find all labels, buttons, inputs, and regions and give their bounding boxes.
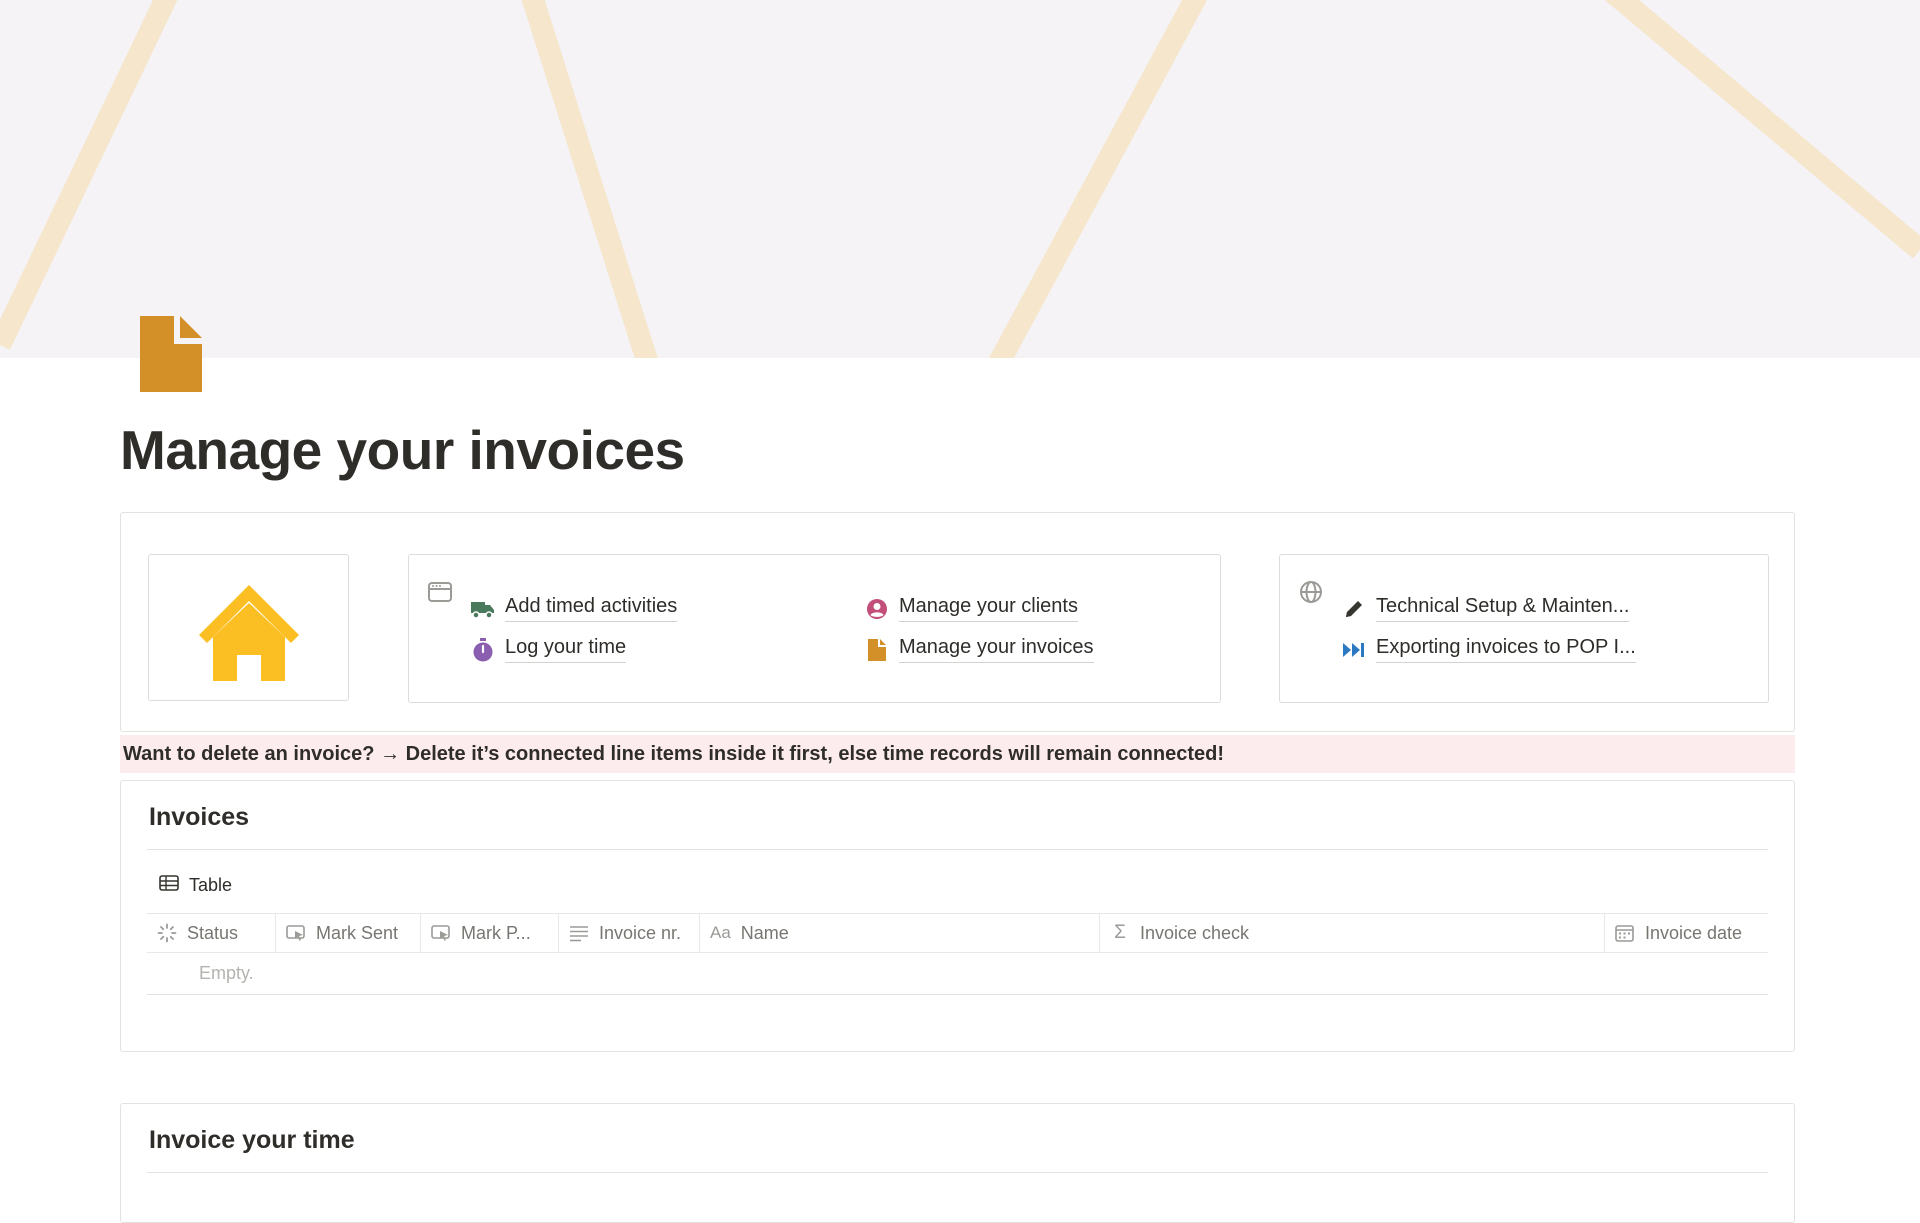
page-title: Manage your invoices [120,419,685,481]
technical-links-card: Technical Setup & Mainten... Exporting i… [1279,554,1769,703]
stopwatch-icon [471,637,495,662]
title-aa-icon: Aa [710,923,731,942]
sigma-icon: Σ [1114,922,1126,943]
table-icon [159,874,179,897]
link-manage-clients[interactable]: Manage your clients [865,595,1078,622]
view-tab-label: Table [189,875,233,895]
link-label: Add timed activities [505,595,678,622]
fast-forward-icon [1342,638,1366,662]
column-label: Invoice nr. [599,922,682,943]
divider [147,1172,1768,1173]
column-header-status[interactable]: Status [147,914,276,952]
column-header-mark-sent[interactable]: Mark Sent [276,914,421,952]
navigation-panel: Add timed activities Manage your clients… [120,512,1795,732]
link-exporting-invoices[interactable]: Exporting invoices to POP I... [1342,636,1636,663]
link-technical-setup[interactable]: Technical Setup & Mainten... [1342,595,1630,622]
column-header-invoice-nr[interactable]: Invoice nr. [559,914,700,952]
column-header-invoice-date[interactable]: Invoice date [1605,914,1768,952]
divider [147,849,1768,850]
link-label: Manage your invoices [899,636,1094,663]
link-log-time[interactable]: Log your time [471,636,627,663]
truck-icon [471,597,495,621]
link-manage-invoices[interactable]: Manage your invoices [865,636,1094,663]
column-label: Name [740,922,789,943]
database-title[interactable]: Invoice your time [149,1126,355,1155]
database-title[interactable]: Invoices [149,803,249,832]
invoice-your-time-database: Invoice your time [120,1103,1795,1223]
browser-window-icon [427,579,453,605]
document-icon [865,638,889,662]
column-header-invoice-check[interactable]: Σ Invoice check [1100,914,1605,952]
link-label: Exporting invoices to POP I... [1376,636,1636,663]
empty-placeholder: Empty. [199,963,254,983]
home-card[interactable] [148,554,349,701]
house-icon [199,585,299,681]
link-label: Manage your clients [899,595,1078,622]
column-label: Invoice date [1645,922,1743,943]
column-label: Mark Sent [316,922,399,943]
document-icon [138,316,204,392]
text-lines-icon [569,923,589,943]
quick-links-card: Add timed activities Manage your clients… [408,554,1221,703]
link-label: Log your time [505,636,627,663]
empty-table-row: Empty. [147,953,1768,995]
user-circle-icon [865,597,889,621]
link-add-timed-activities[interactable]: Add timed activities [471,595,678,622]
globe-icon [1298,579,1324,605]
cover-pattern [0,0,1920,358]
view-tab-table[interactable]: Table [159,874,232,897]
link-label: Technical Setup & Mainten... [1376,595,1630,622]
delete-warning-callout: Want to delete an invoice? → Delete it’s… [120,735,1795,773]
cover-image [0,0,1920,358]
column-header-name[interactable]: Aa Name [700,914,1100,952]
column-header-mark-paid[interactable]: Mark P... [421,914,559,952]
column-label: Invoice check [1140,922,1250,943]
status-icon [157,923,177,943]
button-icon [431,923,451,943]
table-header: Status Mark Sent Mark P... Invoice nr. A… [147,913,1768,953]
invoices-database: Invoices Table Status Mark Sent Mark P..… [120,780,1795,1052]
pencil-icon [1342,597,1366,621]
column-label: Status [187,922,239,943]
column-label: Mark P... [461,922,531,943]
calendar-icon [1615,923,1635,943]
button-icon [286,923,306,943]
